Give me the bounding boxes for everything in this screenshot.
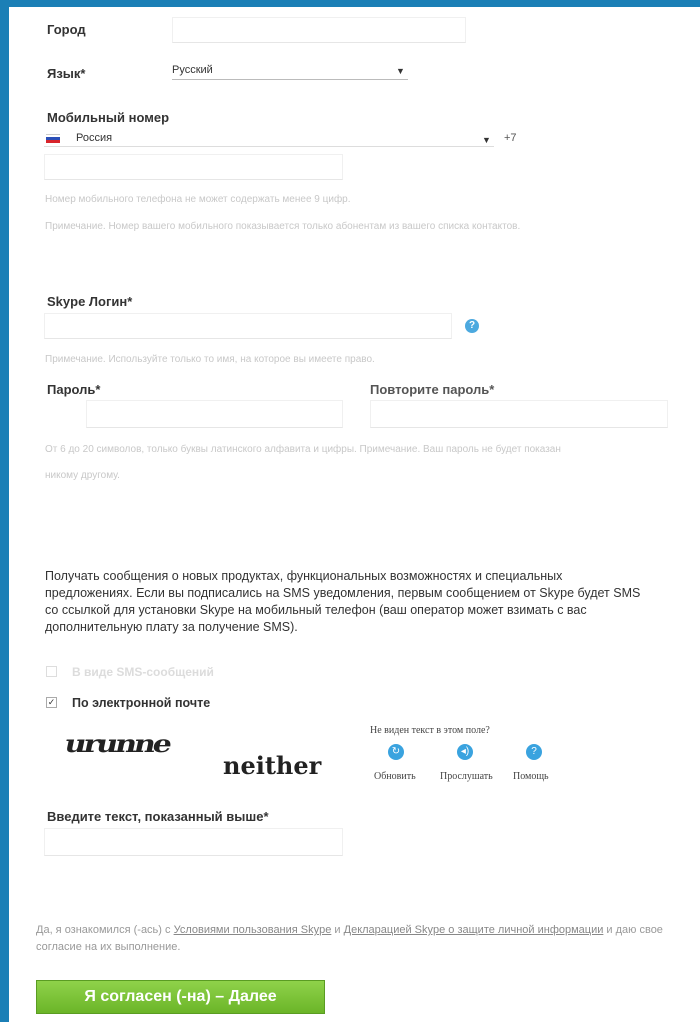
legal-agreement-text: Да, я ознакомился (-ась) с Условиями пол…: [36, 922, 676, 956]
speaker-icon[interactable]: ◂): [457, 744, 473, 760]
email-checkbox[interactable]: ✓: [46, 697, 57, 708]
captcha-word-1: urunne: [62, 730, 173, 759]
agree-next-button[interactable]: Я согласен (-на) – Далее: [36, 980, 325, 1014]
legal-and: и: [331, 924, 344, 936]
window-frame-top: [0, 0, 700, 7]
country-code: +7: [504, 132, 517, 144]
captcha-help-label[interactable]: Помощь: [513, 771, 549, 782]
chevron-down-icon: ▼: [396, 66, 405, 76]
sms-option-label: В виде SMS-сообщений: [72, 665, 214, 679]
mobile-note-digits: Номер мобильного телефона не может содер…: [45, 194, 351, 205]
captcha-listen-label[interactable]: Прослушать: [440, 771, 493, 782]
captcha-input-label: Введите текст, показанный выше*: [47, 809, 269, 824]
mobile-label: Мобильный номер: [47, 110, 170, 125]
password-note-continued: никому другому.: [45, 470, 120, 481]
legal-prefix: Да, я ознакомился (-ась) с: [36, 924, 174, 936]
russia-flag-icon: [46, 134, 60, 143]
terms-link[interactable]: Условиями пользования Skype: [174, 924, 332, 936]
help-icon[interactable]: ?: [465, 319, 479, 333]
password-label: Пароль*: [47, 382, 101, 397]
refresh-icon[interactable]: ↻: [388, 744, 404, 760]
password-repeat-label: Повторите пароль*: [370, 382, 495, 397]
captcha-image: urunne neither: [45, 721, 335, 783]
mobile-note-visibility: Примечание. Номер вашего мобильного пока…: [45, 221, 521, 232]
captcha-input[interactable]: [44, 828, 343, 856]
mobile-number-input[interactable]: [44, 154, 343, 180]
skype-login-input[interactable]: [44, 313, 452, 339]
chevron-down-icon: ▼: [482, 135, 491, 145]
password-note: От 6 до 20 символов, только буквы латинс…: [45, 444, 561, 455]
captcha-refresh-label[interactable]: Обновить: [374, 771, 416, 782]
subscribe-description: Получать сообщения о новых продуктах, фу…: [45, 569, 641, 634]
window-frame-left: [0, 0, 9, 1022]
country-selected-value: Россия: [76, 132, 113, 144]
city-label: Город: [47, 22, 86, 37]
city-input[interactable]: [172, 17, 466, 43]
skype-login-label: Skype Логин*: [47, 294, 133, 309]
captcha-word-2: neither: [223, 751, 322, 780]
password-repeat-input[interactable]: [370, 400, 668, 428]
skype-login-note: Примечание. Используйте только то имя, н…: [45, 354, 375, 365]
privacy-link[interactable]: Декларацией Skype о защите личной информ…: [344, 924, 604, 936]
language-select[interactable]: Русский ▼: [172, 62, 408, 80]
captcha-cant-see-text: Не виден текст в этом поле?: [370, 725, 490, 736]
language-label: Язык*: [47, 66, 86, 81]
sms-checkbox[interactable]: [46, 666, 57, 677]
country-select[interactable]: Россия ▼: [44, 130, 494, 147]
email-option-label: По электронной почте: [72, 696, 211, 710]
help-icon[interactable]: ?: [526, 744, 542, 760]
language-selected-value: Русский: [172, 64, 213, 76]
password-input[interactable]: [86, 400, 343, 428]
